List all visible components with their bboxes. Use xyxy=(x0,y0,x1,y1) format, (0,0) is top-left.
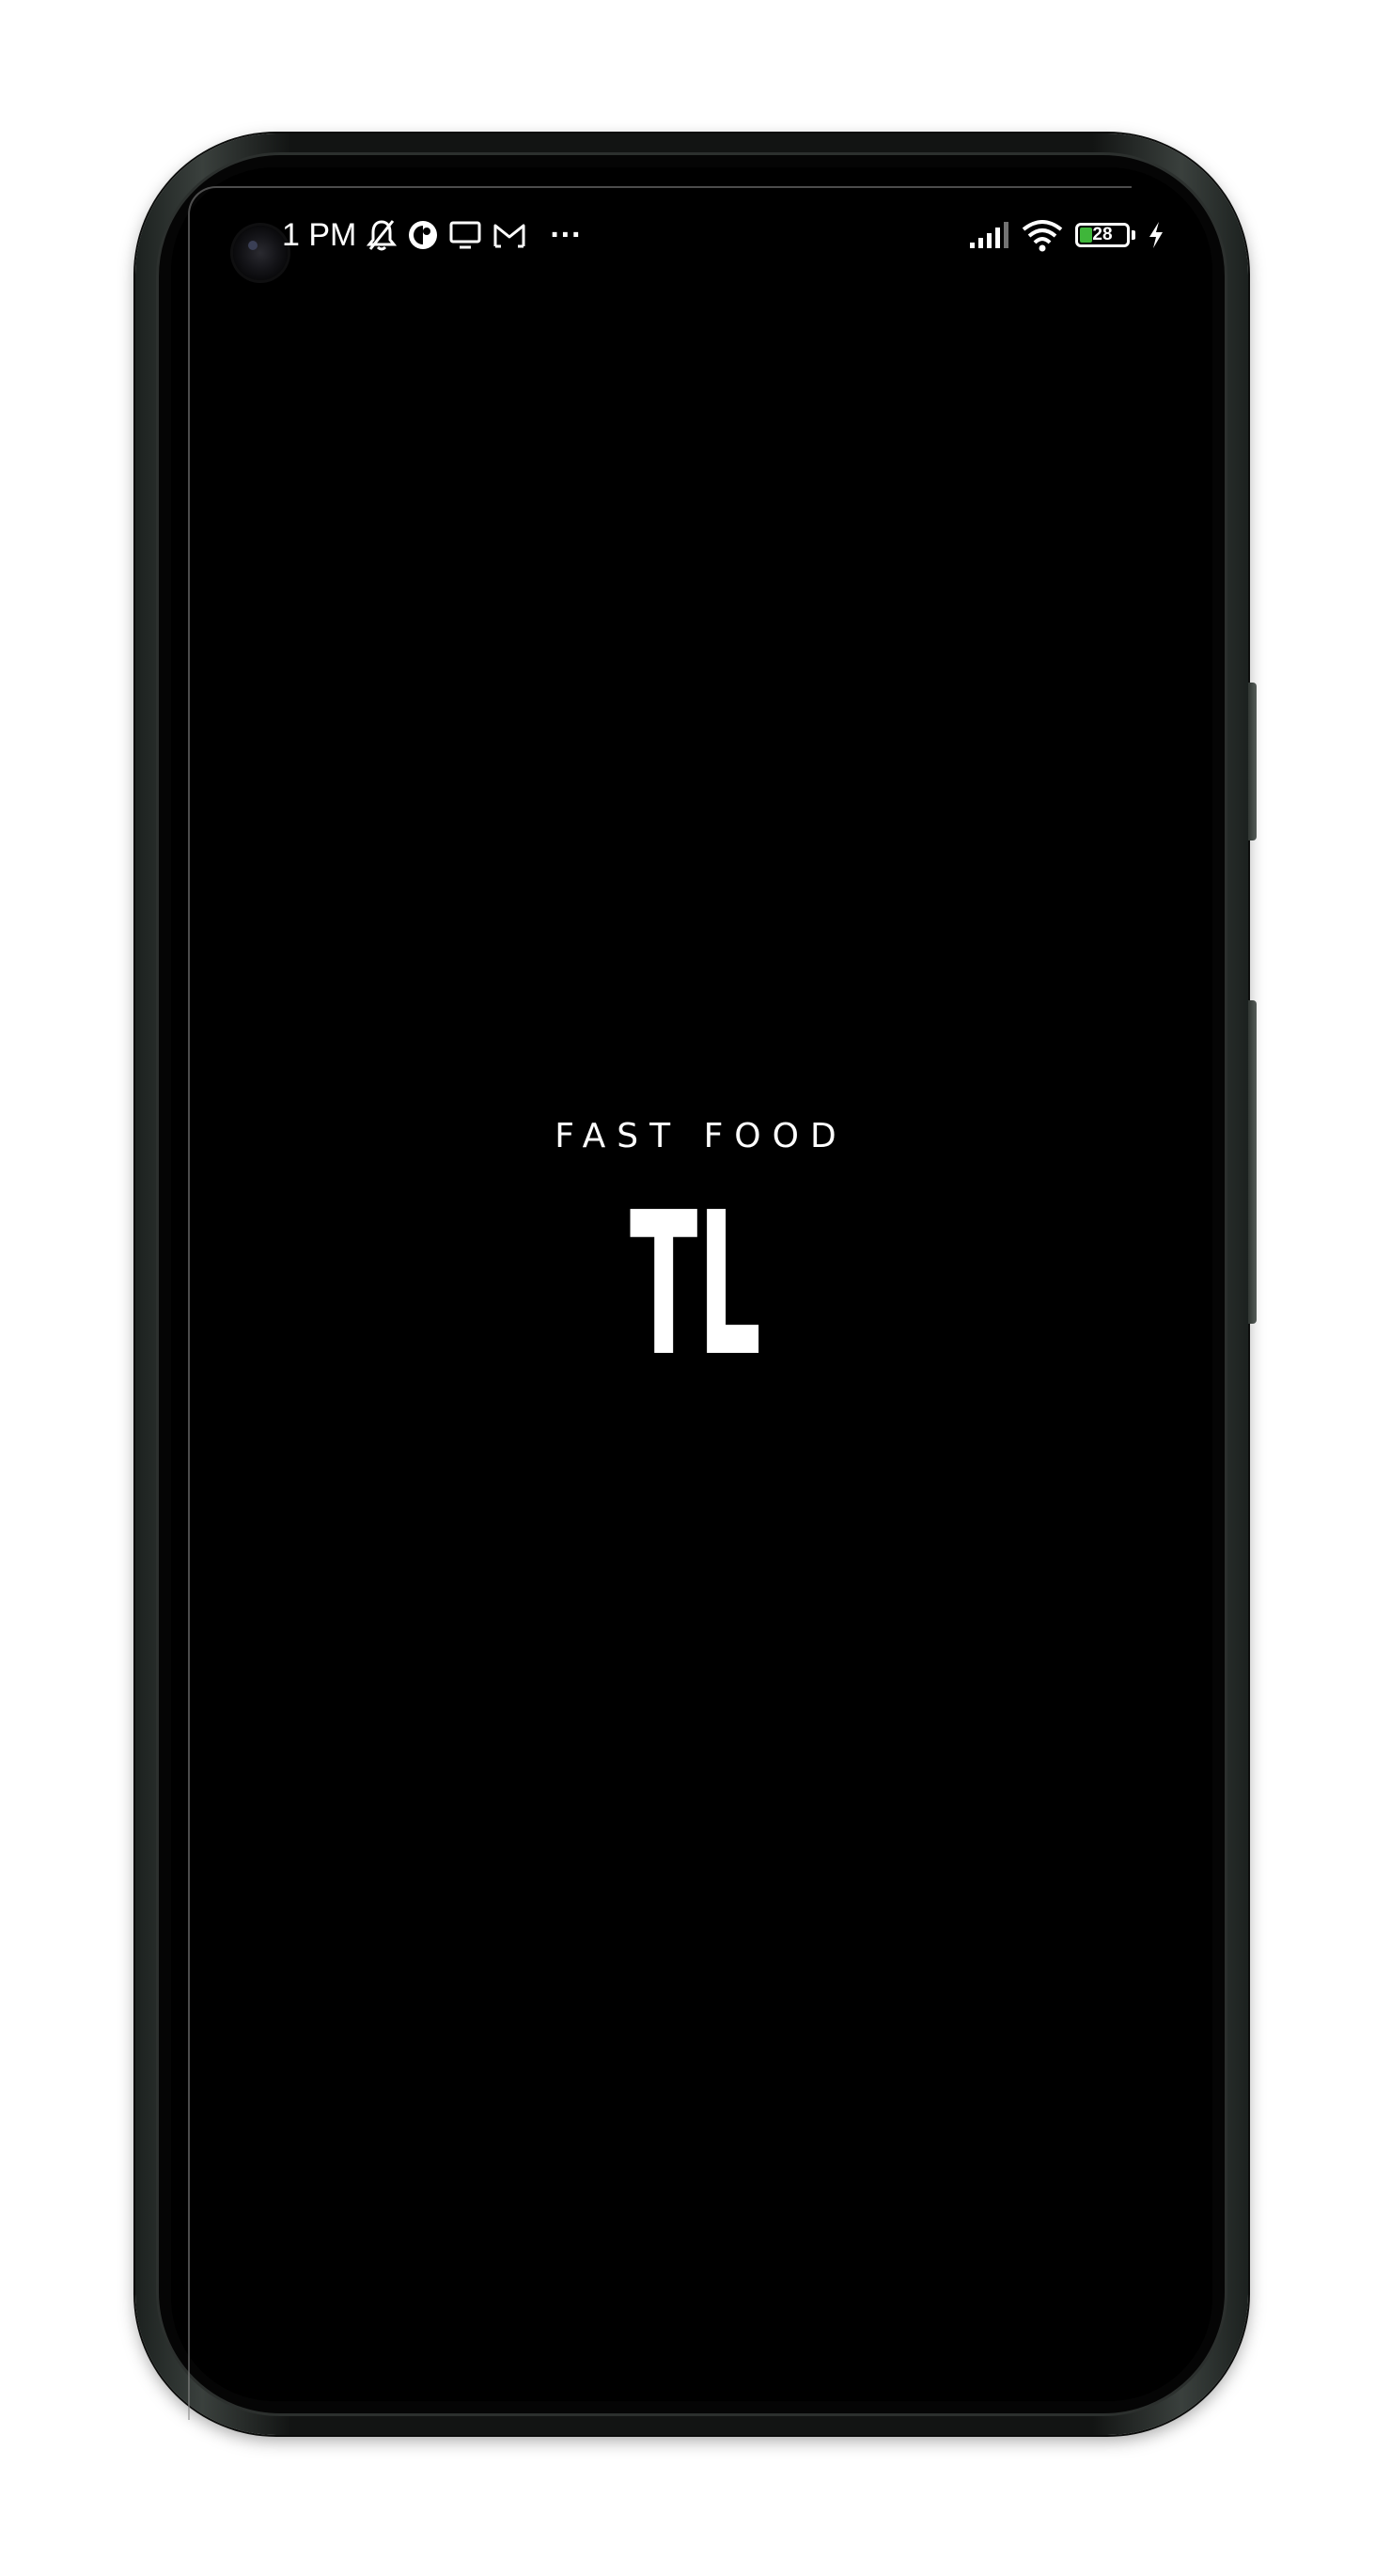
battery-tip xyxy=(1132,230,1135,240)
volume-button xyxy=(1248,683,1257,840)
battery-icon: 28 xyxy=(1075,223,1130,247)
status-bar: 1 PM ··· 28 xyxy=(282,214,1165,256)
status-right: 28 xyxy=(968,214,1165,256)
brand-logo: TL xyxy=(625,1170,766,1400)
more-dots-icon: ··· xyxy=(550,217,583,253)
status-time: 1 PM xyxy=(282,217,357,253)
splash-brand: FAST FOOD TL xyxy=(0,1117,1391,1400)
battery-fill xyxy=(1080,228,1093,243)
circle-app-icon xyxy=(407,219,439,251)
gmail-icon xyxy=(492,221,527,249)
cellular-signal-icon xyxy=(968,220,1009,250)
brand-logo-text: TL xyxy=(630,1184,761,1372)
bell-off-icon xyxy=(366,218,398,252)
charging-bolt-icon xyxy=(1147,220,1165,250)
front-camera xyxy=(233,226,288,280)
brand-subtitle: FAST FOOD xyxy=(555,1117,848,1155)
wifi-icon xyxy=(1021,218,1064,252)
battery-level: 28 xyxy=(1092,225,1113,244)
status-left: 1 PM ··· xyxy=(282,214,582,256)
monitor-icon xyxy=(448,220,482,250)
